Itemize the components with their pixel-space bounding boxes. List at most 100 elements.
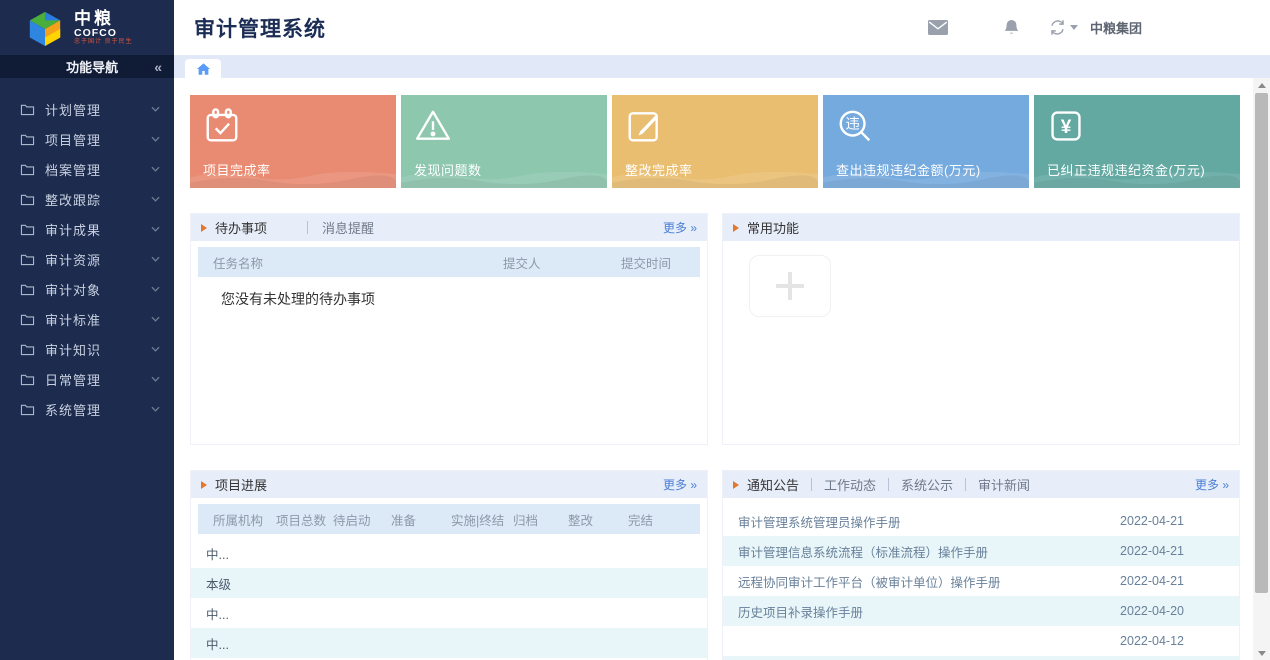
chevron-down-icon (151, 256, 160, 262)
chevron-down-icon (151, 316, 160, 322)
column-submitter: 提交人 (503, 253, 621, 272)
todo-panel: 待办事项 消息提醒 更多 » 任务名称 提交人 提交时间 您没有未处理的待办事项 (190, 213, 708, 445)
card-rectify-completion[interactable]: 整改完成率 (612, 95, 818, 188)
brand-name-cn: 中粮 (74, 10, 133, 28)
list-item[interactable]: 远程协同审计工作平台（被审计单位）操作手册2022-04-21 (723, 566, 1239, 596)
notices-panel: 通知公告 工作动态 系统公示 审计新闻 更多 » 审计管理系统管理员操作手册20… (722, 470, 1240, 660)
bell-icon[interactable] (1004, 19, 1019, 36)
table-row[interactable]: 中... (191, 598, 707, 628)
sidebar-item-audit-resources[interactable]: 审计资源 (0, 244, 174, 274)
table-row[interactable]: 本级 (191, 568, 707, 598)
scroll-up-arrow-icon[interactable] (1253, 78, 1270, 92)
chevron-down-icon (151, 196, 160, 202)
tab-system-publicity[interactable]: 系统公示 (901, 475, 953, 494)
sidebar-item-plan-mgmt[interactable]: 计划管理 (0, 94, 174, 124)
sidebar-item-daily-mgmt[interactable]: 日常管理 (0, 364, 174, 394)
list-item[interactable]: 审计管理信息系统流程（标准流程）操作手册2022-04-21 (723, 536, 1239, 566)
list-item[interactable]: 审计管理系统管理员操作手册2022-04-21 (723, 506, 1239, 536)
card-found-issues[interactable]: 发现问题数 (401, 95, 607, 188)
table-row[interactable]: 中... (191, 628, 707, 658)
todo-more-link[interactable]: 更多 » (663, 219, 697, 236)
panel-bullet-icon (733, 481, 739, 489)
sidebar-item-audit-results[interactable]: 审计成果 (0, 214, 174, 244)
list-item[interactable]: 历史项目补录操作手册2022-04-20 (723, 596, 1239, 626)
sidebar-nav-band: 功能导航 « (0, 55, 174, 78)
todo-empty-message: 您没有未处理的待办事项 (191, 277, 707, 309)
card-corrected-funds[interactable]: ¥ 已纠正违规违纪资金(万元) (1034, 95, 1240, 188)
sidebar-item-audit-knowledge[interactable]: 审计知识 (0, 334, 174, 364)
sidebar-collapse-button[interactable]: « (154, 59, 162, 75)
column-to-start: 待启动 (333, 510, 391, 529)
chevron-down-icon (151, 346, 160, 352)
chevron-down-icon (151, 136, 160, 142)
tab-todo-items[interactable]: 待办事项 (215, 218, 267, 237)
sidebar-item-system-mgmt[interactable]: 系统管理 (0, 394, 174, 424)
folder-icon (20, 343, 35, 356)
caret-down-icon[interactable] (1070, 25, 1078, 30)
sidebar-item-project-mgmt[interactable]: 项目管理 (0, 124, 174, 154)
scrollbar-thumb[interactable] (1255, 93, 1268, 593)
panel-bullet-icon (733, 224, 739, 232)
chevron-down-icon (151, 286, 160, 292)
tab-divider (811, 478, 812, 491)
refresh-icon[interactable] (1049, 19, 1066, 36)
current-org-label[interactable]: 中粮集团 (1090, 18, 1142, 37)
app-window: 中粮 COFCO 忠于国计 良于民生 功能导航 « 计划管理 项目管理 (0, 0, 1270, 660)
sidebar-item-archive-mgmt[interactable]: 档案管理 (0, 154, 174, 184)
calendar-check-icon (203, 107, 241, 148)
tab-work-dynamics[interactable]: 工作动态 (824, 475, 876, 494)
tab-home[interactable] (185, 59, 221, 78)
tab-message-reminders[interactable]: 消息提醒 (322, 218, 374, 237)
progress-table-header: 所属机构 项目总数 待启动 准备 实施|终结 归档 整改 完结 (198, 504, 700, 534)
sidebar-menu: 计划管理 项目管理 档案管理 整改跟踪 审计成果 (0, 78, 174, 424)
folder-icon (20, 133, 35, 146)
home-icon (197, 63, 210, 75)
folder-icon (20, 193, 35, 206)
brand-logo: 中粮 COFCO 忠于国计 良于民生 (0, 0, 174, 55)
vertical-scrollbar[interactable] (1253, 78, 1270, 660)
card-violation-amount[interactable]: 违 查出违规违纪金额(万元) (823, 95, 1029, 188)
page-title: 审计管理系统 (194, 13, 326, 43)
sidebar-item-audit-objects[interactable]: 审计对象 (0, 274, 174, 304)
list-item[interactable]: 2022-04-12 (723, 626, 1239, 656)
card-label: 查出违规违纪金额(万元) (836, 160, 981, 179)
panel-bullet-icon (201, 224, 207, 232)
chevron-down-icon (151, 376, 160, 382)
panel-bullet-icon (201, 481, 207, 489)
column-submit-time: 提交时间 (621, 253, 700, 272)
card-project-completion[interactable]: 项目完成率 (190, 95, 396, 188)
sidebar-item-rectify-tracking[interactable]: 整改跟踪 (0, 184, 174, 214)
stat-cards: 项目完成率 发现问题数 整改完成率 (190, 95, 1240, 188)
folder-icon (20, 403, 35, 416)
nav-band-title: 功能导航 (12, 57, 154, 76)
folder-icon (20, 283, 35, 296)
folder-icon (20, 163, 35, 176)
tab-strip (174, 55, 1270, 78)
brand-tagline: 忠于国计 良于民生 (74, 39, 133, 45)
list-item[interactable]: 2022-04-12 (723, 656, 1239, 660)
column-rectify: 整改 (568, 510, 628, 529)
card-label: 整改完成率 (625, 160, 693, 179)
main-area: 审计管理系统 中粮集团 (174, 0, 1270, 660)
todo-panel-header: 待办事项 消息提醒 更多 » (191, 214, 707, 241)
tab-audit-news[interactable]: 审计新闻 (978, 475, 1030, 494)
scroll-down-arrow-icon[interactable] (1253, 646, 1270, 660)
tab-notices[interactable]: 通知公告 (747, 475, 799, 494)
progress-more-link[interactable]: 更多 » (663, 476, 697, 493)
mail-icon[interactable] (928, 20, 948, 35)
top-header: 审计管理系统 中粮集团 (174, 0, 1270, 55)
tab-divider (888, 478, 889, 491)
card-label: 发现问题数 (414, 160, 482, 179)
brand-name-en: COFCO (74, 28, 133, 39)
column-finish: 完结 (628, 510, 700, 529)
table-row[interactable]: 中... (191, 538, 707, 568)
folder-icon (20, 313, 35, 326)
card-label: 已纠正违规违纪资金(万元) (1047, 160, 1205, 179)
sidebar-item-audit-standards[interactable]: 审计标准 (0, 304, 174, 334)
notices-more-link[interactable]: 更多 » (1195, 476, 1229, 493)
project-progress-panel: 项目进展 更多 » 所属机构 项目总数 待启动 准备 实施|终结 归档 整改 完… (190, 470, 708, 660)
chevron-down-icon (151, 406, 160, 412)
add-quick-function-button[interactable] (749, 255, 831, 317)
chevron-down-icon (151, 106, 160, 112)
edit-square-icon (625, 107, 663, 148)
